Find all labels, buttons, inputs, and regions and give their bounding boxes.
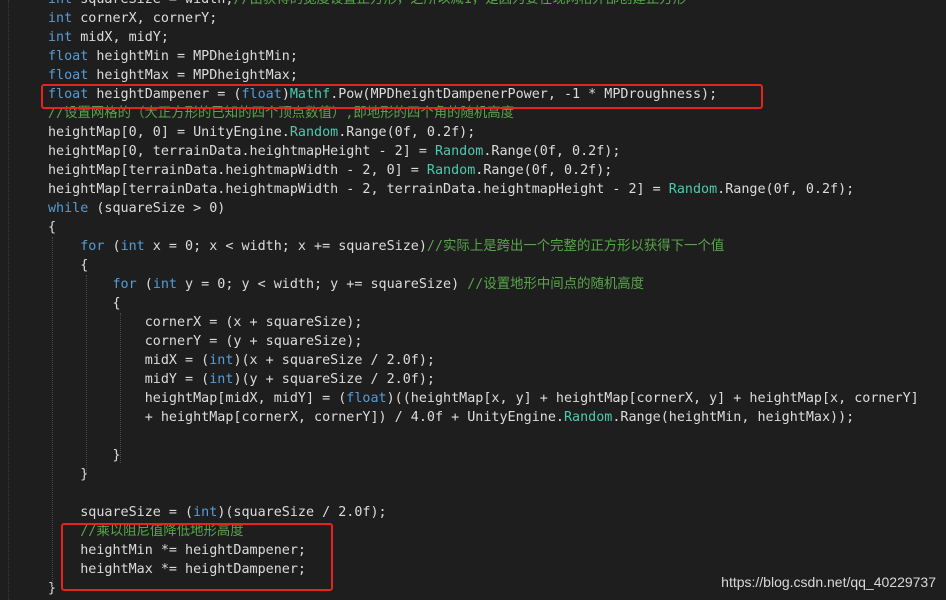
highlight-box-dampener-apply (61, 523, 333, 591)
code-comment: //由获得的宽度设置正方形，之所以减1，是因为要在现网格外部创建正方形 (233, 0, 686, 7)
code-text: { (48, 296, 121, 311)
code-keyword: int (120, 239, 145, 254)
code-keyword: while (48, 201, 89, 216)
code-text: heightMap[0, 0] = UnityEngine. (48, 125, 290, 140)
code-editor[interactable]: int squareSize = width;//由获得的宽度设置正方形，之所以… (0, 0, 946, 600)
indent-guide (52, 237, 53, 587)
code-line[interactable]: heightMap[terrainData.heightmapWidth - 2… (48, 180, 854, 199)
code-text: heightMap[0, terrainData.heightmapHeight… (48, 144, 435, 159)
code-comment: //实际上是跨出一个完整的正方形以获得下一个值 (426, 239, 725, 254)
code-line[interactable]: heightMap[0, 0] = UnityEngine.Random.Ran… (48, 123, 475, 142)
code-text: + heightMap[cornerX, cornerY]) / 4.0f + … (48, 410, 564, 425)
code-text: heightMap[terrainData.heightmapWidth - 2… (48, 163, 427, 178)
code-text: y = 0; y < width; y += squareSize) (177, 277, 468, 292)
code-line[interactable]: { (48, 294, 121, 313)
code-text: } (48, 467, 89, 482)
code-line[interactable]: { (48, 218, 56, 237)
code-line[interactable]: midY = (int)(y + squareSize / 2.0f); (48, 370, 435, 389)
code-line[interactable]: float heightMin = MPDheightMin; (48, 47, 298, 66)
editor-gutter (0, 0, 44, 600)
code-text: cornerX, cornerY; (72, 11, 218, 26)
code-line[interactable]: cornerY = (y + squareSize); (48, 332, 363, 351)
code-keyword: int (48, 11, 73, 26)
code-type: Random (668, 182, 718, 197)
code-keyword: int (152, 277, 177, 292)
code-line[interactable]: int squareSize = width;//由获得的宽度设置正方形，之所以… (48, 0, 686, 9)
code-line[interactable]: cornerX = (x + squareSize); (48, 313, 363, 332)
code-text: .Range(0f, 0.2f); (483, 144, 621, 159)
code-text: } (48, 448, 121, 463)
code-text: (squareSize > 0) (88, 201, 226, 216)
code-keyword: for (80, 239, 105, 254)
code-type: Random (434, 144, 484, 159)
code-text: midY = ( (48, 372, 210, 387)
gutter-dotted-line (8, 0, 9, 600)
code-text: .Range(0f, 0.2f); (717, 182, 855, 197)
highlight-box-dampener-line (41, 84, 763, 109)
code-text: .Range(0f, 0.2f); (475, 163, 613, 178)
code-type: Random (289, 125, 339, 140)
code-text: heightMax = MPDheightMax; (88, 68, 298, 83)
code-keyword: for (112, 277, 137, 292)
code-text: squareSize = width; (72, 0, 233, 7)
code-line[interactable]: for (int y = 0; y < width; y += squareSi… (48, 275, 645, 294)
code-line[interactable]: for (int x = 0; x < width; x += squareSi… (48, 237, 724, 256)
code-type: Random (563, 410, 613, 425)
code-line[interactable]: int cornerX, cornerY; (48, 9, 217, 28)
code-type: Random (426, 163, 476, 178)
code-text: )(squareSize / 2.0f); (217, 505, 387, 520)
code-text: )(x + squareSize / 2.0f); (233, 353, 435, 368)
code-text: cornerX = (x + squareSize); (48, 315, 363, 330)
code-keyword: int (193, 505, 218, 520)
code-line[interactable]: while (squareSize > 0) (48, 199, 225, 218)
code-text: )((heightMap[x, y] + heightMap[cornerX, … (386, 391, 919, 406)
code-line[interactable]: heightMap[midX, midY] = (float)((heightM… (48, 389, 919, 408)
code-text: ( (104, 239, 121, 254)
code-text: heightMap[midX, midY] = ( (48, 391, 347, 406)
code-line[interactable]: float heightMax = MPDheightMax; (48, 66, 298, 85)
code-line[interactable]: } (48, 465, 88, 484)
code-line[interactable]: heightMap[0, terrainData.heightmapHeight… (48, 142, 620, 161)
code-text: x = 0; x < width; x += squareSize) (144, 239, 427, 254)
code-keyword: float (346, 391, 387, 406)
code-text: .Range(heightMin, heightMax)); (612, 410, 855, 425)
code-line[interactable]: + heightMap[cornerX, cornerY]) / 4.0f + … (48, 408, 854, 427)
code-text: ( (136, 277, 153, 292)
code-line[interactable]: heightMap[terrainData.heightmapWidth - 2… (48, 161, 612, 180)
code-line[interactable]: midX = (int)(x + squareSize / 2.0f); (48, 351, 435, 370)
code-keyword: int (209, 353, 234, 368)
code-comment: //设置地形中间点的随机高度 (467, 277, 645, 292)
code-line[interactable]: { (48, 256, 88, 275)
code-line[interactable]: squareSize = (int)(squareSize / 2.0f); (48, 503, 387, 522)
indent-guide (86, 275, 87, 475)
code-line[interactable]: int midX, midY; (48, 28, 169, 47)
code-keyword: int (209, 372, 234, 387)
code-text: heightMin = MPDheightMin; (88, 49, 298, 64)
code-text: { (48, 258, 89, 273)
code-keyword: float (48, 49, 89, 64)
code-text: midX = ( (48, 353, 210, 368)
code-keyword: int (48, 30, 73, 45)
indent-guide (120, 313, 121, 463)
code-keyword: float (48, 68, 89, 83)
code-text: { (48, 220, 57, 235)
code-keyword: int (48, 0, 72, 7)
code-text: squareSize = ( (48, 505, 194, 520)
code-text: )(y + squareSize / 2.0f); (233, 372, 435, 387)
watermark-url: https://blog.csdn.net/qq_40229737 (721, 574, 936, 590)
code-text: .Range(0f, 0.2f); (338, 125, 476, 140)
code-line[interactable]: } (48, 446, 121, 465)
code-text: heightMap[terrainData.heightmapWidth - 2… (48, 182, 669, 197)
code-text: midX, midY; (72, 30, 169, 45)
code-text: cornerY = (y + squareSize); (48, 334, 363, 349)
